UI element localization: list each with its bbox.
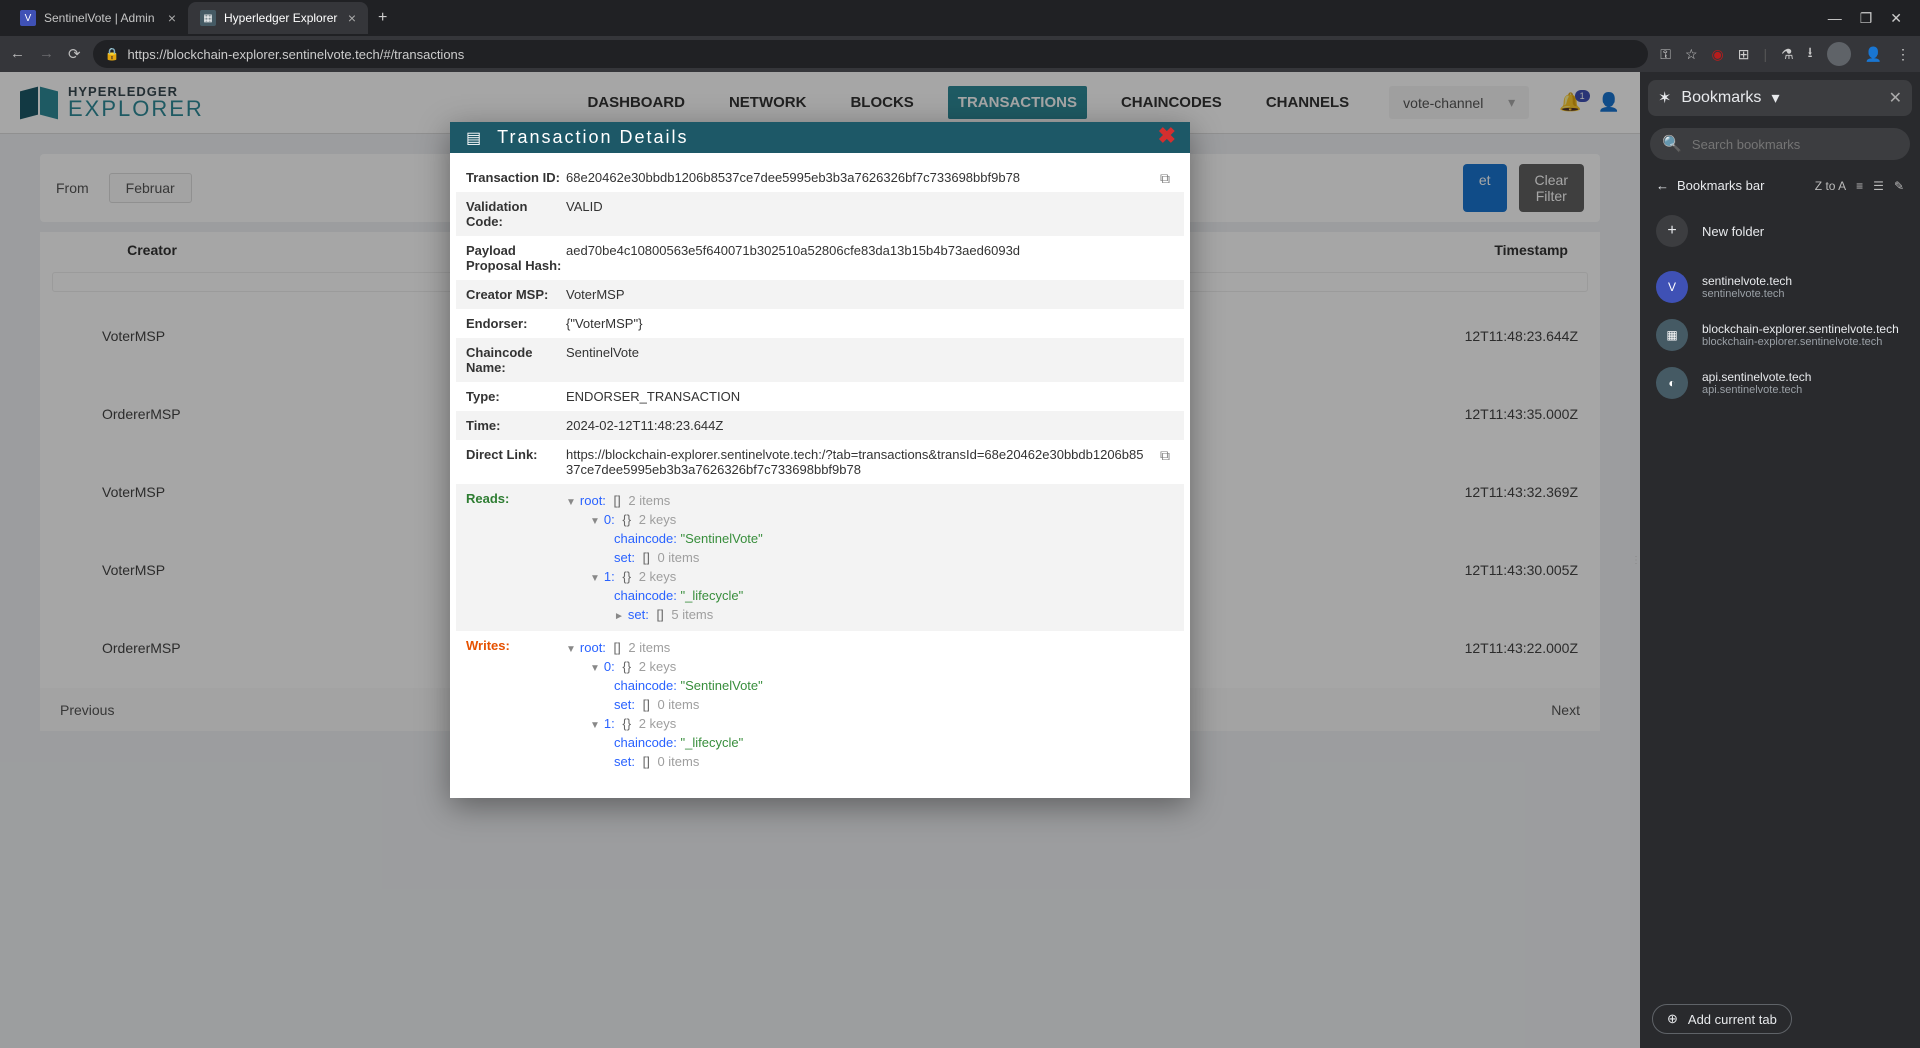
lock-icon: 🔒 [105, 47, 120, 61]
back-icon[interactable]: ← [10, 45, 25, 63]
value-chaincode: SentinelVote [566, 345, 1174, 375]
tree-toggle[interactable]: ▼ [590, 663, 600, 674]
copy-icon[interactable]: ⧉ [1160, 447, 1170, 464]
maximize-icon[interactable]: ❐ [1860, 10, 1873, 27]
tab-title: Hyperledger Explorer [224, 11, 337, 25]
label-time: Time: [466, 418, 566, 433]
bookmark-item[interactable]: Vsentinelvote.techsentinelvote.tech [1648, 263, 1912, 311]
modal-title: Transaction Details [497, 127, 688, 148]
label-chaincode: Chaincode Name: [466, 345, 566, 375]
tree-toggle[interactable]: ▼ [590, 720, 600, 731]
bookmark-favicon-icon: V [1656, 271, 1688, 303]
minimize-icon[interactable]: — [1828, 10, 1842, 27]
label-direct: Direct Link: [466, 447, 566, 477]
edit-icon[interactable]: ✎ [1894, 179, 1904, 193]
filter-icon[interactable]: ≡ [1856, 179, 1863, 193]
address-bar[interactable]: 🔒 https://blockchain-explorer.sentinelvo… [93, 40, 1649, 68]
new-folder-button[interactable]: + [1656, 215, 1688, 247]
reads-label: Reads: [466, 491, 566, 624]
label-creator: Creator MSP: [466, 287, 566, 302]
labs-icon[interactable]: ⚗ [1781, 46, 1794, 63]
bookmarks-icon: ✶ [1658, 88, 1671, 108]
bookmarks-panel: ✶ Bookmarks ▾ ✕ 🔍 ← Bookmarks bar Z to A… [1640, 72, 1920, 1048]
bookmark-search-input[interactable] [1692, 137, 1898, 152]
tree-toggle[interactable]: ▼ [590, 516, 600, 527]
writes-label: Writes: [466, 638, 566, 771]
label-type: Type: [466, 389, 566, 404]
favicon-icon: ▦ [200, 10, 216, 26]
label-valid: Validation Code: [466, 199, 566, 229]
tab-title: SentinelVote | Admin [44, 11, 155, 25]
plus-circle-icon: ⊕ [1667, 1011, 1678, 1027]
favicon-icon: V [20, 10, 36, 26]
panel-resize-handle[interactable]: ⋮ [1632, 540, 1640, 580]
reading-list-icon[interactable] [1827, 42, 1851, 66]
back-icon[interactable]: ← [1656, 178, 1669, 193]
transaction-details-modal: ▤ Transaction Details ✖ Transaction ID: … [450, 122, 1190, 798]
bookmark-favicon-icon: ◐ [1656, 367, 1688, 399]
tree-toggle[interactable]: ▼ [590, 573, 600, 584]
url-bar-row: ← → ⟳ 🔒 https://blockchain-explorer.sent… [0, 36, 1920, 72]
close-window-icon[interactable]: ✕ [1890, 10, 1902, 27]
browser-tab-1[interactable]: ▦ Hyperledger Explorer × [188, 2, 368, 34]
tree-toggle[interactable]: ► [614, 611, 624, 622]
label-txid: Transaction ID: [466, 170, 566, 185]
menu-icon[interactable]: ⋮ [1896, 46, 1910, 63]
add-current-tab-button[interactable]: ⊕ Add current tab [1652, 1004, 1792, 1034]
search-icon: 🔍 [1662, 134, 1682, 154]
value-creator: VoterMSP [566, 287, 1174, 302]
sort-label[interactable]: Z to A [1815, 179, 1846, 193]
list-view-icon[interactable]: ☰ [1873, 179, 1884, 193]
browser-tab-0[interactable]: V SentinelVote | Admin × [8, 2, 188, 34]
tree-toggle[interactable]: ▼ [566, 497, 576, 508]
url-text: https://blockchain-explorer.sentinelvote… [128, 47, 465, 62]
value-type: ENDORSER_TRANSACTION [566, 389, 1174, 404]
close-icon[interactable]: × [168, 10, 176, 26]
value-txid: 68e20462e30bbdb1206b8537ce7dee5995eb3b3a… [566, 170, 1020, 185]
bookmark-item[interactable]: ◐api.sentinelvote.techapi.sentinelvote.t… [1648, 359, 1912, 407]
tab-bar: V SentinelVote | Admin × ▦ Hyperledger E… [0, 0, 1920, 36]
value-direct: https://blockchain-explorer.sentinelvote… [566, 447, 1143, 477]
value-payload: aed70be4c10800563e5f640071b302510a52806c… [566, 243, 1174, 273]
bookmark-item[interactable]: ▦blockchain-explorer.sentinelvote.techbl… [1648, 311, 1912, 359]
download-icon[interactable]: ⭳ [1808, 42, 1813, 66]
profile-icon[interactable]: 👤 [1865, 46, 1882, 63]
label-payload: Payload Proposal Hash: [466, 243, 566, 273]
bookmark-favicon-icon: ▦ [1656, 319, 1688, 351]
forward-icon[interactable]: → [39, 45, 54, 63]
modal-header: ▤ Transaction Details ✖ [450, 122, 1190, 153]
reload-icon[interactable]: ⟳ [68, 45, 81, 63]
key-icon[interactable]: ⚿ [1660, 46, 1671, 63]
tree-toggle[interactable]: ▼ [566, 644, 576, 655]
bookmarks-bar-label: Bookmarks bar [1677, 178, 1764, 193]
bookmarks-title: Bookmarks [1681, 89, 1761, 107]
close-icon[interactable]: × [348, 10, 356, 26]
bookmark-search[interactable]: 🔍 [1650, 128, 1910, 160]
close-modal-button[interactable]: ✖ [1158, 123, 1178, 149]
value-time: 2024-02-12T11:48:23.644Z [566, 418, 1174, 433]
close-panel-icon[interactable]: ✕ [1889, 88, 1902, 108]
extensions-icon[interactable]: ⊞ [1738, 46, 1750, 63]
list-icon: ▤ [466, 128, 483, 148]
new-tab-button[interactable]: + [368, 9, 397, 27]
star-icon[interactable]: ☆ [1685, 46, 1698, 63]
label-endorser: Endorser: [466, 316, 566, 331]
chevron-down-icon[interactable]: ▾ [1771, 88, 1779, 108]
new-folder-label: New folder [1702, 224, 1764, 239]
sep: | [1763, 46, 1767, 62]
value-endorser: {"VoterMSP"} [566, 316, 1174, 331]
copy-icon[interactable]: ⧉ [1160, 170, 1170, 187]
ublock-icon[interactable]: ◉ [1712, 46, 1724, 63]
value-valid: VALID [566, 199, 1174, 229]
window-controls: — ❐ ✕ [1828, 10, 1912, 27]
